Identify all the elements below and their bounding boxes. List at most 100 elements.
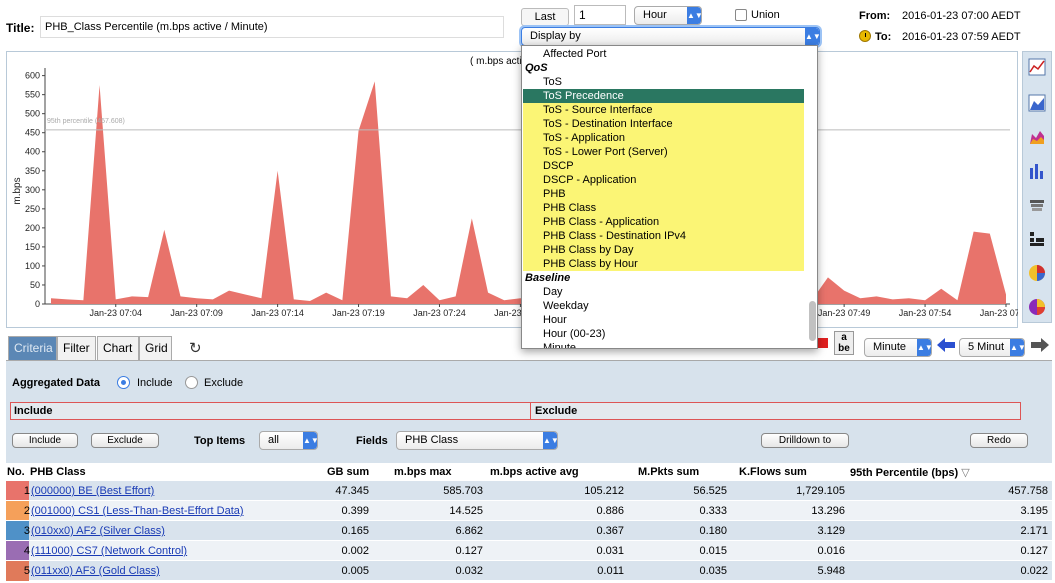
- to-value[interactable]: 2016-01-23 07:59 AEDT: [902, 31, 1021, 43]
- col-header-mbps-max[interactable]: m.bps max: [394, 466, 451, 478]
- col-header-gb-sum[interactable]: GB sum: [327, 466, 369, 478]
- stacked-3d-icon[interactable]: [1028, 128, 1046, 146]
- fields-select[interactable]: PHB Class ▲▼: [396, 431, 558, 450]
- dropdown-option[interactable]: ToS: [523, 75, 804, 89]
- interval-select[interactable]: Minute ▲▼: [864, 338, 932, 357]
- dropdown-option[interactable]: ToS - Destination Interface: [523, 117, 804, 131]
- tab-filter[interactable]: Filter: [57, 336, 96, 360]
- color-swatch-icon[interactable]: [818, 338, 828, 348]
- y-tick-label: 0: [35, 299, 40, 309]
- window-select[interactable]: 5 Minut ▲▼: [959, 338, 1025, 357]
- prev-arrow-icon[interactable]: [936, 336, 956, 354]
- table-row[interactable]: 1 (000000) BE (Best Effort) 47.345 585.703 1…: [6, 480, 1052, 501]
- include-header: Include: [14, 405, 53, 417]
- col-header-mpkts-sum[interactable]: M.Pkts sum: [638, 466, 699, 478]
- next-arrow-icon[interactable]: [1030, 336, 1050, 354]
- display-by-value: Display by: [530, 30, 581, 42]
- pie-3d-icon[interactable]: [1028, 298, 1046, 316]
- refresh-icon[interactable]: ↻: [189, 339, 202, 357]
- phb-class-link[interactable]: (011xx0) AF3 (Gold Class): [31, 565, 160, 577]
- dropdown-option[interactable]: ToS Precedence: [523, 89, 804, 103]
- dropdown-option[interactable]: ToS - Source Interface: [523, 103, 804, 117]
- title-input[interactable]: [40, 16, 504, 38]
- phb-class-link[interactable]: (001000) CS1 (Less-Than-Best-Effort Data…: [31, 505, 244, 517]
- interval-value: Minute: [873, 341, 907, 353]
- exclude-button[interactable]: Exclude: [91, 433, 159, 448]
- dropdown-option[interactable]: Day: [523, 285, 804, 299]
- last-count-input[interactable]: [574, 5, 626, 25]
- pie-chart-icon[interactable]: [1028, 264, 1046, 282]
- exclude-radio[interactable]: [185, 376, 198, 389]
- dropdown-option[interactable]: Hour (00-23): [523, 327, 804, 341]
- area-chart-icon[interactable]: [1028, 94, 1046, 112]
- cell-avg: 0.367: [596, 525, 624, 537]
- table-row[interactable]: 2 (001000) CS1 (Less-Than-Best-Effort Dat…: [6, 500, 1052, 521]
- time-unit-select[interactable]: Hour ▲▼: [634, 6, 702, 25]
- dropdown-option[interactable]: DSCP: [523, 159, 804, 173]
- dropdown-option[interactable]: Minute: [523, 341, 804, 348]
- col-header-95th[interactable]: 95th Percentile (bps) ▽: [850, 466, 970, 479]
- tab-chart[interactable]: Chart: [97, 336, 139, 360]
- col-header-kflows-sum[interactable]: K.Flows sum: [739, 466, 807, 478]
- exclude-radio-label: Exclude: [204, 377, 244, 389]
- display-by-select[interactable]: Display by ▲▼: [521, 27, 820, 46]
- dropdown-option[interactable]: ToS - Application: [523, 131, 804, 145]
- table-row[interactable]: 5 (011xx0) AF3 (Gold Class) 0.005 0.032 0.01…: [6, 560, 1052, 581]
- sort-down-icon: ▽: [961, 467, 970, 479]
- dropdown-option[interactable]: DSCP - Application: [523, 173, 804, 187]
- include-radio[interactable]: [117, 376, 130, 389]
- dropdown-option[interactable]: PHB Class by Day: [523, 243, 804, 257]
- cell-p95: 0.127: [1020, 545, 1048, 557]
- table-row[interactable]: 4 (111000) CS7 (Network Control) 0.002 0.12…: [6, 540, 1052, 561]
- dropdown-scrollbar[interactable]: [809, 301, 816, 341]
- col-header-phb-class[interactable]: PHB Class: [30, 466, 86, 478]
- dropdown-option[interactable]: PHB Class: [523, 201, 804, 215]
- dropdown-option[interactable]: Hour: [523, 313, 804, 327]
- dropdown-option[interactable]: PHB: [523, 187, 804, 201]
- dropdown-option[interactable]: PHB Class by Hour: [523, 257, 804, 271]
- dropdown-option[interactable]: Affected Port: [523, 47, 804, 61]
- cell-avg: 0.886: [596, 505, 624, 517]
- cell-p95: 457.758: [1008, 485, 1048, 497]
- dropdown-option[interactable]: Weekday: [523, 299, 804, 313]
- dropdown-option[interactable]: PHB Class - Application: [523, 215, 804, 229]
- row-number: 5: [23, 565, 30, 577]
- union-checkbox[interactable]: [735, 9, 747, 21]
- cell-max: 0.032: [455, 565, 483, 577]
- table-chart-icon[interactable]: [1028, 230, 1046, 248]
- tab-grid[interactable]: Grid: [139, 336, 172, 360]
- cell-gb: 0.399: [341, 505, 369, 517]
- stacked-bar-icon[interactable]: [1028, 196, 1046, 214]
- col-header-no[interactable]: No.: [7, 466, 25, 478]
- chevron-updown-icon: ▲▼: [303, 432, 317, 449]
- top-items-label: Top Items: [194, 435, 246, 447]
- fields-label: Fields: [356, 435, 388, 447]
- from-value[interactable]: 2016-01-23 07:00 AEDT: [902, 10, 1021, 22]
- drilldown-button[interactable]: Drilldown to: [761, 433, 849, 448]
- top-items-value: all: [268, 434, 280, 446]
- include-button[interactable]: Include: [12, 433, 78, 448]
- bar-chart-icon[interactable]: [1028, 162, 1046, 180]
- x-tick-label: Jan-23 07:14: [251, 308, 304, 318]
- col-header-mbps-avg[interactable]: m.bps active avg: [490, 466, 579, 478]
- top-items-select[interactable]: all ▲▼: [259, 431, 318, 450]
- phb-class-link[interactable]: (000000) BE (Best Effort): [31, 485, 154, 497]
- row-number: 4: [23, 545, 30, 557]
- line-chart-icon[interactable]: [1028, 58, 1046, 76]
- phb-class-link[interactable]: (111000) CS7 (Network Control): [31, 545, 187, 557]
- font-size-toggle[interactable]: a be: [834, 331, 854, 355]
- tab-criteria[interactable]: Criteria: [8, 336, 57, 360]
- cell-avg: 0.031: [596, 545, 624, 557]
- dropdown-option[interactable]: ToS - Lower Port (Server): [523, 145, 804, 159]
- last-button[interactable]: Last: [521, 8, 569, 26]
- phb-class-link[interactable]: (010xx0) AF2 (Silver Class): [31, 525, 165, 537]
- table-row[interactable]: 3 (010xx0) AF2 (Silver Class) 0.165 6.862 0.…: [6, 520, 1052, 541]
- y-tick-label: 450: [25, 128, 40, 138]
- y-tick-label: 50: [30, 280, 40, 290]
- cell-pkts: 0.180: [699, 525, 727, 537]
- cell-flows: 5.948: [817, 565, 845, 577]
- display-by-dropdown-list[interactable]: Affected Port QoS ToS ToS Precedence ToS - S…: [521, 45, 818, 349]
- x-tick-label: Jan-23 07:04: [89, 308, 142, 318]
- dropdown-option[interactable]: PHB Class - Destination IPv4: [523, 229, 804, 243]
- redo-button[interactable]: Redo: [970, 433, 1028, 448]
